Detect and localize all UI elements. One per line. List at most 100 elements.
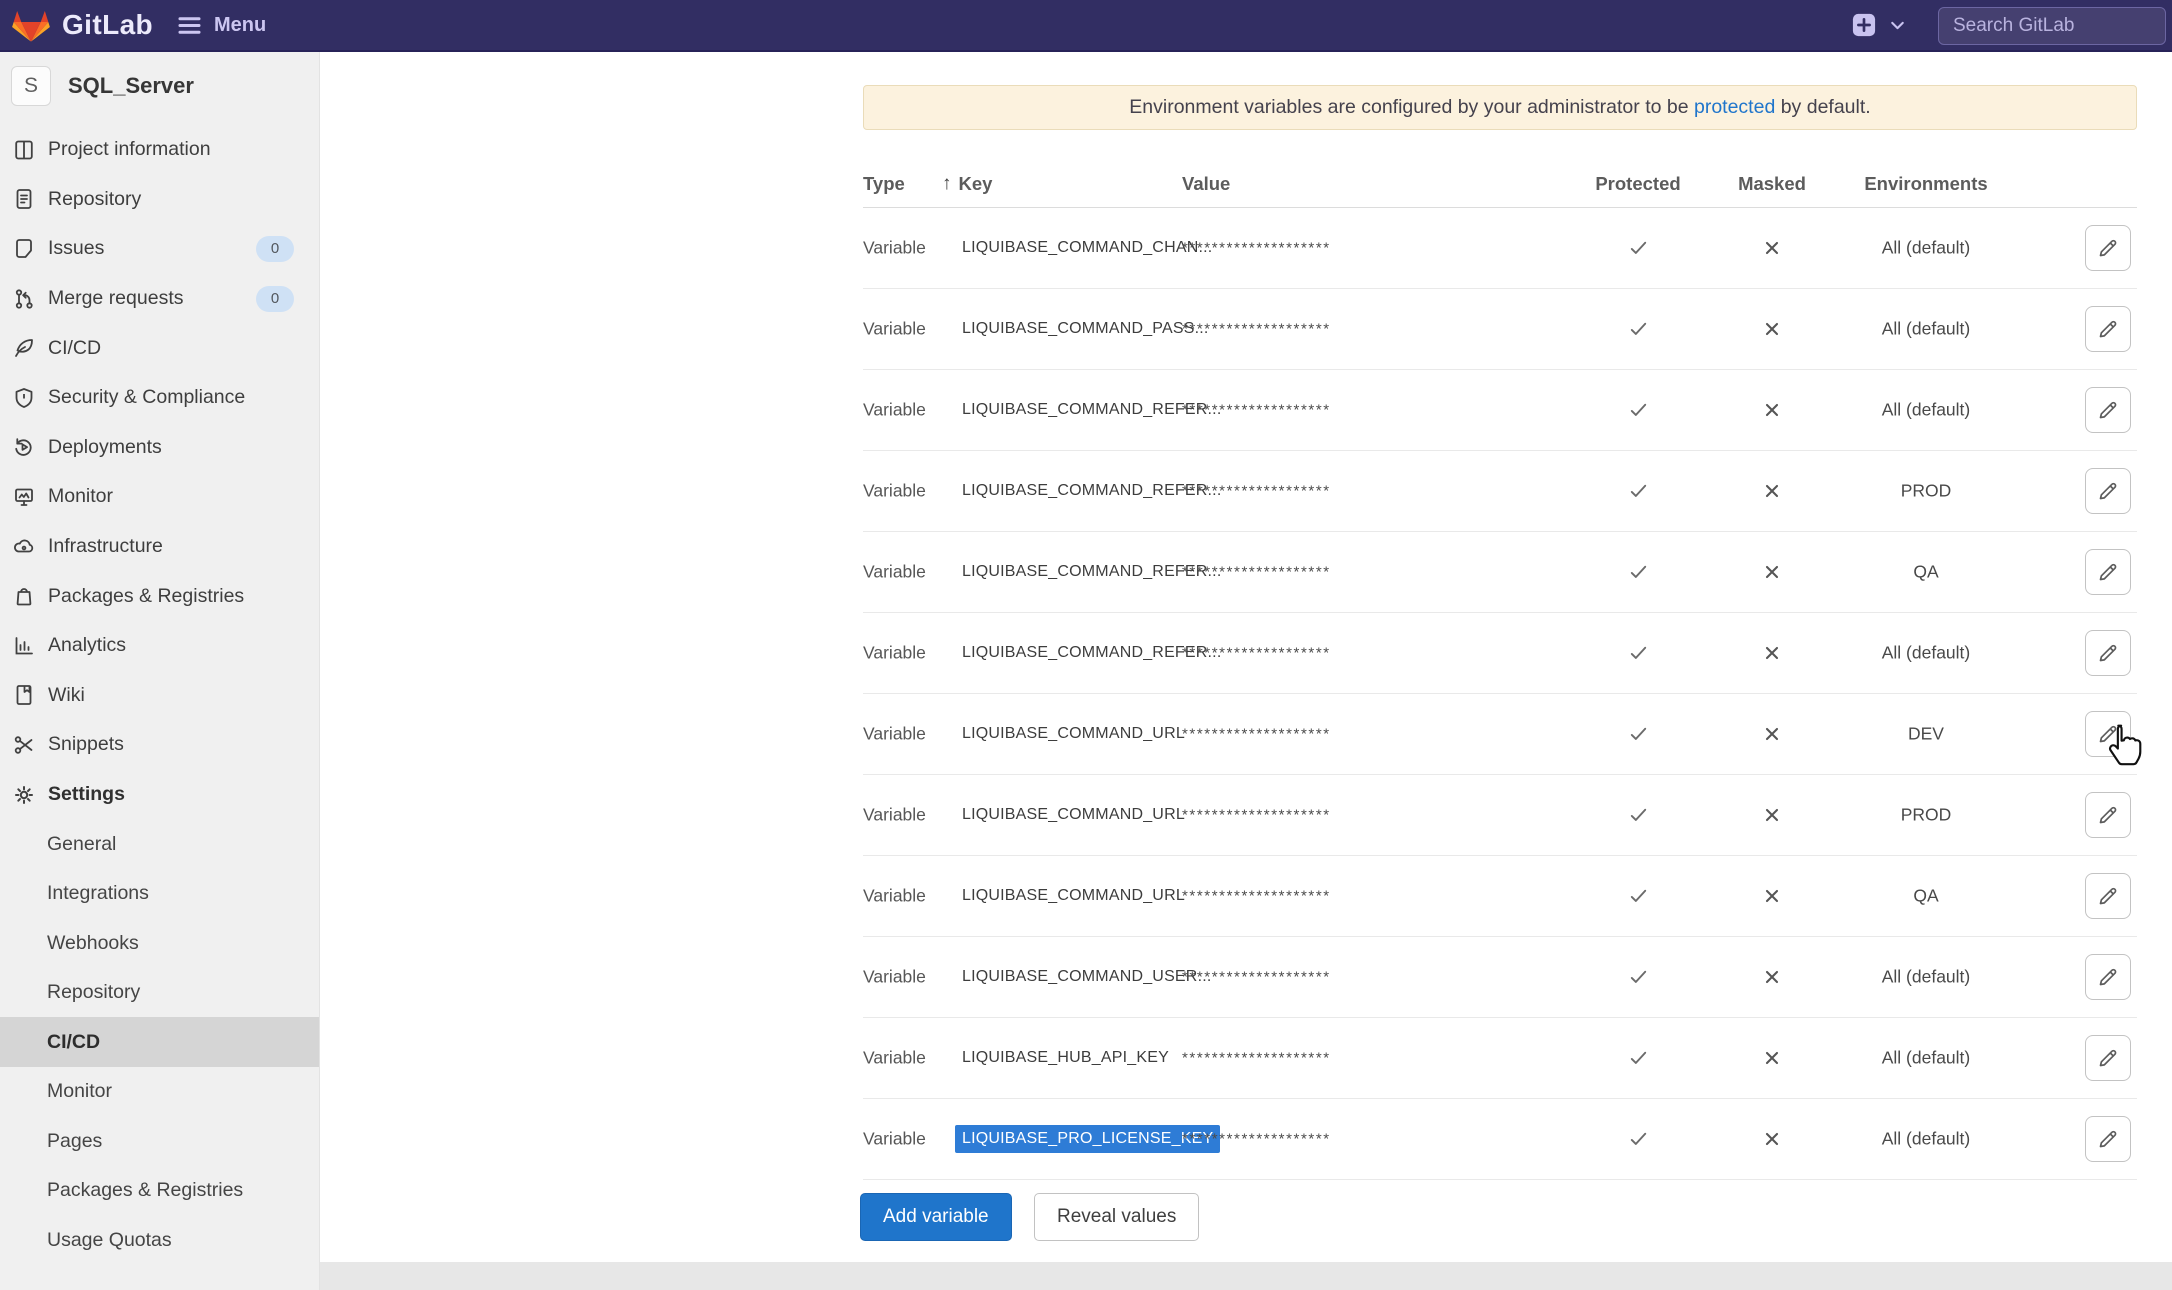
table-row: Variable LIQUIBASE_PRO_LICENSE_KEY *****… — [863, 1099, 2137, 1180]
sidebar-item-label: Packages & Registries — [48, 585, 244, 608]
subitem-general[interactable]: General — [0, 819, 319, 869]
variable-environment: All (default) — [1846, 238, 2006, 259]
masked-x-icon — [1712, 562, 1832, 582]
edit-variable-button[interactable] — [2085, 954, 2131, 1000]
deploy-icon — [12, 435, 36, 459]
table-row: Variable LIQUIBASE_COMMAND_URL *********… — [863, 856, 2137, 937]
edit-variable-button[interactable] — [2085, 468, 2131, 514]
masked-x-icon — [1712, 319, 1832, 339]
sidebar-item-deployments[interactable]: Deployments — [0, 423, 319, 473]
protected-check-icon — [1578, 237, 1698, 260]
sort-ascending-icon: ↑ — [942, 173, 952, 195]
sidebar-item-label: CI/CD — [48, 337, 101, 360]
edit-variable-button[interactable] — [2085, 630, 2131, 676]
protected-check-icon — [1578, 399, 1698, 422]
pencil-icon — [2096, 965, 2120, 989]
sidebar-item-security-compliance[interactable]: Security & Compliance — [0, 373, 319, 423]
protected-link[interactable]: protected — [1694, 96, 1775, 119]
pencil-icon — [2096, 722, 2120, 746]
masked-x-icon — [1712, 724, 1832, 744]
edit-variable-button[interactable] — [2085, 225, 2131, 271]
sidebar-item-settings[interactable]: Settings — [0, 770, 319, 820]
variable-key: LIQUIBASE_COMMAND_CHAN... — [962, 239, 1212, 257]
sidebar-item-issues[interactable]: Issues 0 — [0, 224, 319, 274]
protected-check-icon — [1578, 1128, 1698, 1151]
project-name: SQL_Server — [68, 73, 194, 99]
subitem-monitor[interactable]: Monitor — [0, 1067, 319, 1117]
sidebar-item-infrastructure[interactable]: Infrastructure — [0, 522, 319, 572]
subitem-integrations[interactable]: Integrations — [0, 869, 319, 919]
edit-variable-button[interactable] — [2085, 1035, 2131, 1081]
edit-variable-button[interactable] — [2085, 387, 2131, 433]
sidebar-item-label: Project information — [48, 138, 211, 161]
variable-type: Variable — [863, 1048, 926, 1069]
sidebar-item-analytics[interactable]: Analytics — [0, 621, 319, 671]
variable-environment: All (default) — [1846, 1129, 2006, 1150]
masked-x-icon — [1712, 481, 1832, 501]
subitem-cicd-active[interactable]: CI/CD — [0, 1017, 319, 1067]
protected-check-icon — [1578, 642, 1698, 665]
variable-environment: All (default) — [1846, 400, 2006, 421]
hamburger-icon — [176, 12, 203, 39]
subitem-usage-quotas[interactable]: Usage Quotas — [0, 1215, 319, 1265]
new-item-dropdown[interactable] — [1850, 11, 1908, 39]
variable-value-masked: ******************** — [1182, 483, 1331, 500]
sidebar-item-snippets[interactable]: Snippets — [0, 720, 319, 770]
variable-type: Variable — [863, 643, 926, 664]
edit-variable-button[interactable] — [2085, 1116, 2131, 1162]
sidebar-item-project-information[interactable]: Project information — [0, 125, 319, 175]
edit-variable-button[interactable] — [2085, 549, 2131, 595]
gear-icon — [12, 783, 36, 807]
brand-title[interactable]: GitLab — [62, 9, 153, 41]
bottom-strip — [320, 1262, 2172, 1290]
menu-button[interactable]: Menu — [176, 12, 266, 39]
settings-submenu: General Integrations Webhooks Repository… — [0, 819, 319, 1265]
variable-value-masked: ******************** — [1182, 1050, 1331, 1067]
sidebar-item-wiki[interactable]: Wiki — [0, 671, 319, 721]
table-row: Variable LIQUIBASE_COMMAND_REFER... ****… — [863, 613, 2137, 694]
edit-variable-button[interactable] — [2085, 306, 2131, 352]
variables-table-header: Type ↑ Key Value Protected Masked Enviro… — [863, 160, 2137, 208]
add-variable-button[interactable]: Add variable — [860, 1193, 1012, 1241]
variable-type: Variable — [863, 400, 926, 421]
edit-variable-button[interactable] — [2085, 711, 2131, 757]
edit-variable-button[interactable] — [2085, 792, 2131, 838]
variable-environment: QA — [1846, 886, 2006, 907]
sidebar-item-label: Security & Compliance — [48, 386, 245, 409]
variable-environment: All (default) — [1846, 967, 2006, 988]
sidebar-item-merge-requests[interactable]: Merge requests 0 — [0, 274, 319, 324]
gitlab-logo-icon[interactable] — [12, 8, 50, 44]
edit-variable-button[interactable] — [2085, 873, 2131, 919]
project-header[interactable]: S SQL_Server — [11, 66, 194, 106]
subitem-webhooks[interactable]: Webhooks — [0, 918, 319, 968]
pencil-icon — [2096, 1046, 2120, 1070]
sidebar-item-label: Wiki — [48, 684, 85, 707]
package-icon — [12, 584, 36, 608]
variable-key: LIQUIBASE_COMMAND_URL — [962, 806, 1185, 824]
variable-key: LIQUIBASE_HUB_API_KEY — [962, 1049, 1169, 1067]
variable-value-masked: ******************** — [1182, 1131, 1331, 1148]
protected-check-icon — [1578, 480, 1698, 503]
pencil-icon — [2096, 560, 2120, 584]
reveal-values-button[interactable]: Reveal values — [1034, 1193, 1199, 1241]
pencil-icon — [2096, 317, 2120, 341]
sidebar-item-label: Issues — [48, 237, 104, 260]
variable-value-masked: ******************** — [1182, 888, 1331, 905]
search-input[interactable] — [1938, 7, 2166, 45]
subitem-pages[interactable]: Pages — [0, 1116, 319, 1166]
sidebar-item-cicd[interactable]: CI/CD — [0, 323, 319, 373]
table-row: Variable LIQUIBASE_COMMAND_REFER... ****… — [863, 532, 2137, 613]
sidebar-item-repository[interactable]: Repository — [0, 175, 319, 225]
pencil-icon — [2096, 398, 2120, 422]
subitem-packages-registries[interactable]: Packages & Registries — [0, 1166, 319, 1216]
sidebar-item-monitor[interactable]: Monitor — [0, 472, 319, 522]
monitor-icon — [12, 485, 36, 509]
pencil-icon — [2096, 1127, 2120, 1151]
sidebar-item-packages-registries[interactable]: Packages & Registries — [0, 571, 319, 621]
subitem-repository[interactable]: Repository — [0, 968, 319, 1018]
table-row: Variable LIQUIBASE_COMMAND_REFER... ****… — [863, 370, 2137, 451]
variables-table: Variable LIQUIBASE_COMMAND_CHAN... *****… — [863, 208, 2137, 1180]
table-row: Variable LIQUIBASE_HUB_API_KEY *********… — [863, 1018, 2137, 1099]
sidebar-nav: Project information Repository Issues 0 … — [0, 125, 319, 1265]
column-header-key-sort[interactable]: ↑ Key — [942, 173, 992, 195]
